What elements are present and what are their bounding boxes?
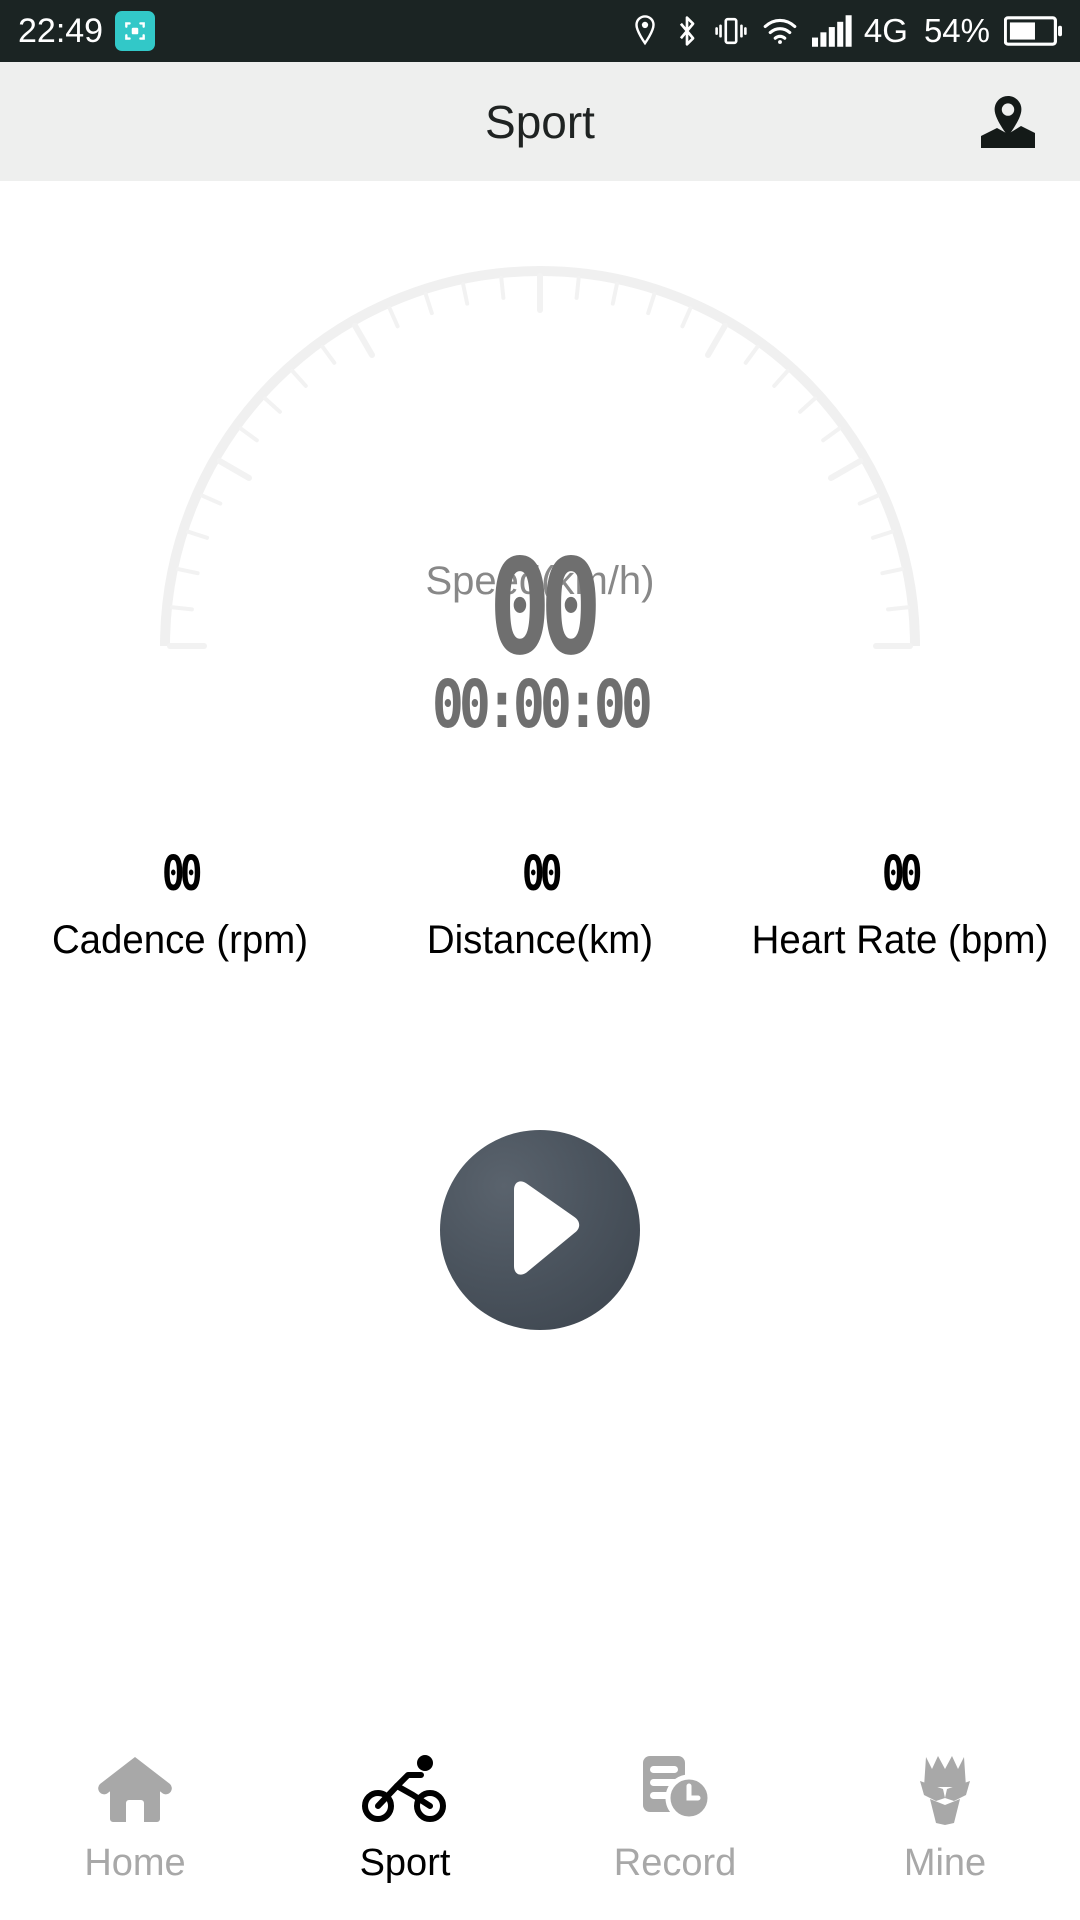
signal-bars-icon	[811, 15, 854, 47]
metric-heart-rate-label: Heart Rate (bpm)	[751, 918, 1049, 962]
nav-item-record-label: Record	[613, 1842, 737, 1884]
status-bar-icons: 4G 54%	[630, 12, 1062, 50]
nav-item-mine-label: Mine	[903, 1842, 987, 1884]
metric-cadence: 00 Cadence (rpm)	[0, 850, 360, 963]
bluetooth-icon	[674, 14, 700, 48]
nav-item-home-label: Home	[84, 1842, 186, 1884]
screen-cast-icon	[115, 11, 156, 51]
app-header: Sport	[0, 62, 1080, 181]
status-bar-clock: 22:49	[18, 11, 104, 50]
metric-cadence-value: 00	[162, 846, 202, 902]
cycling-icon	[361, 1750, 449, 1828]
start-workout-button[interactable]	[440, 1130, 640, 1330]
elapsed-timer-value: 00:00:00	[432, 666, 653, 743]
nav-item-mine[interactable]: Mine	[810, 1750, 1080, 1885]
map-location-icon[interactable]	[972, 86, 1044, 158]
metric-heart-rate-value: 00	[882, 846, 922, 902]
battery-icon	[1004, 16, 1062, 46]
record-clock-icon	[637, 1750, 713, 1828]
nav-item-home[interactable]: Home	[0, 1750, 270, 1885]
wifi-icon	[762, 16, 798, 46]
metric-distance-value: 00	[522, 846, 562, 902]
play-icon	[492, 1176, 588, 1285]
status-bar: 22:49 4G 54%	[0, 0, 1080, 62]
bottom-navigation: Home Sport Record Mine	[0, 1740, 1080, 1920]
metric-distance-label: Distance(km)	[426, 918, 654, 962]
vibrate-icon	[714, 15, 748, 47]
page-title: Sport	[485, 95, 595, 148]
profile-icon	[910, 1750, 980, 1828]
metrics-row: 00 Cadence (rpm) 00 Distance(km) 00 Hear…	[0, 850, 1080, 963]
sport-screen: 22:49 4G 54% Sport Speed(km/h) 00 00:00:…	[0, 0, 1080, 1920]
metric-distance: 00 Distance(km)	[360, 850, 720, 963]
speed-value: 00	[488, 531, 602, 685]
network-type-label: 4G	[863, 12, 908, 49]
location-icon	[630, 14, 660, 48]
metric-heart-rate: 00 Heart Rate (bpm)	[720, 850, 1080, 963]
nav-item-record[interactable]: Record	[540, 1750, 810, 1885]
metric-cadence-label: Cadence (rpm)	[51, 918, 309, 962]
battery-percent-label: 54%	[923, 12, 990, 49]
nav-item-sport[interactable]: Sport	[270, 1750, 540, 1885]
nav-item-sport-label: Sport	[359, 1842, 451, 1884]
home-icon	[96, 1750, 174, 1828]
